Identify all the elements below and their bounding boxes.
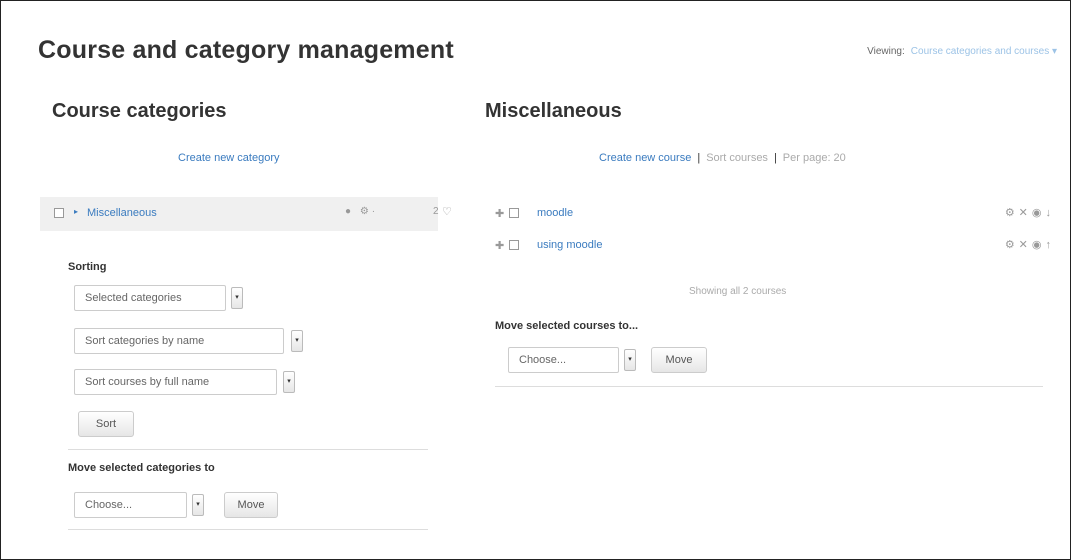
course-action-icons[interactable]: ⚙✕◉↑ [1005, 238, 1055, 251]
course-checkbox[interactable] [509, 208, 519, 218]
viewing-label: Viewing: [867, 46, 905, 57]
move-categories-button[interactable]: Move [224, 492, 278, 518]
sort-categories-select[interactable]: Sort categories by name [74, 328, 284, 354]
sort-scope-select[interactable]: Selected categories [74, 285, 226, 311]
sort-scope-dropdown-icon[interactable]: ▾ [231, 287, 243, 309]
viewing-dropdown[interactable]: Course categories and courses ▾ [911, 46, 1057, 57]
viewing-selector[interactable]: Viewing: Course categories and courses ▾ [867, 46, 1057, 57]
category-name-link[interactable]: Miscellaneous [87, 207, 157, 219]
move-courses-dropdown-icon[interactable]: ▾ [624, 349, 636, 371]
create-new-course-link[interactable]: Create new course [599, 152, 691, 164]
move-categories-dropdown-icon[interactable]: ▾ [192, 494, 204, 516]
miscellaneous-heading: Miscellaneous [485, 100, 622, 122]
sort-categories-dropdown-icon[interactable]: ▾ [291, 330, 303, 352]
separator: | [773, 152, 777, 164]
move-courses-label: Move selected courses to... [495, 320, 639, 332]
move-courses-select[interactable]: Choose... [508, 347, 619, 373]
sorting-divider [68, 449, 428, 450]
sort-courses-link[interactable]: Sort courses [706, 152, 768, 164]
create-new-category-link[interactable]: Create new category [178, 152, 280, 164]
category-action-icons[interactable]: ● ⚙· [345, 206, 378, 217]
move-courses-divider [495, 386, 1043, 387]
course-action-icons[interactable]: ⚙✕◉↓ [1005, 206, 1055, 219]
drag-move-icon[interactable]: ✚ [495, 239, 504, 252]
course-name-link[interactable]: moodle [537, 207, 573, 219]
course-actions-bar: Create new course | Sort courses | Per page:… [599, 152, 846, 164]
category-row-miscellaneous: ▸ Miscellaneous ● ⚙· 2 ♡ [40, 197, 452, 231]
move-categories-label: Move selected categories to [68, 462, 215, 474]
sort-courses-dropdown-icon[interactable]: ▾ [283, 371, 295, 393]
page-title: Course and category management [38, 36, 454, 64]
course-count-icon: ♡ [442, 206, 452, 218]
per-page-selector[interactable]: Per page: 20 [783, 152, 846, 164]
course-row: ✚ moodle ⚙✕◉↓ [495, 205, 1055, 225]
course-categories-heading: Course categories [52, 100, 227, 122]
sort-courses-select[interactable]: Sort courses by full name [74, 369, 277, 395]
course-row: ✚ using moodle ⚙✕◉↑ [495, 237, 1055, 257]
separator: | [697, 152, 701, 164]
move-categories-divider [68, 529, 428, 530]
page-frame [0, 0, 1071, 560]
drag-move-icon[interactable]: ✚ [495, 207, 504, 220]
category-course-count: 2 [433, 206, 439, 217]
course-checkbox[interactable] [509, 240, 519, 250]
showing-courses-count: Showing all 2 courses [689, 286, 787, 297]
move-courses-button[interactable]: Move [651, 347, 707, 373]
move-categories-select[interactable]: Choose... [74, 492, 187, 518]
sorting-label: Sorting [68, 261, 107, 273]
category-checkbox[interactable] [54, 208, 64, 218]
sort-button[interactable]: Sort [78, 411, 134, 437]
course-name-link[interactable]: using moodle [537, 239, 602, 251]
expand-caret-icon[interactable]: ▸ [74, 207, 78, 216]
